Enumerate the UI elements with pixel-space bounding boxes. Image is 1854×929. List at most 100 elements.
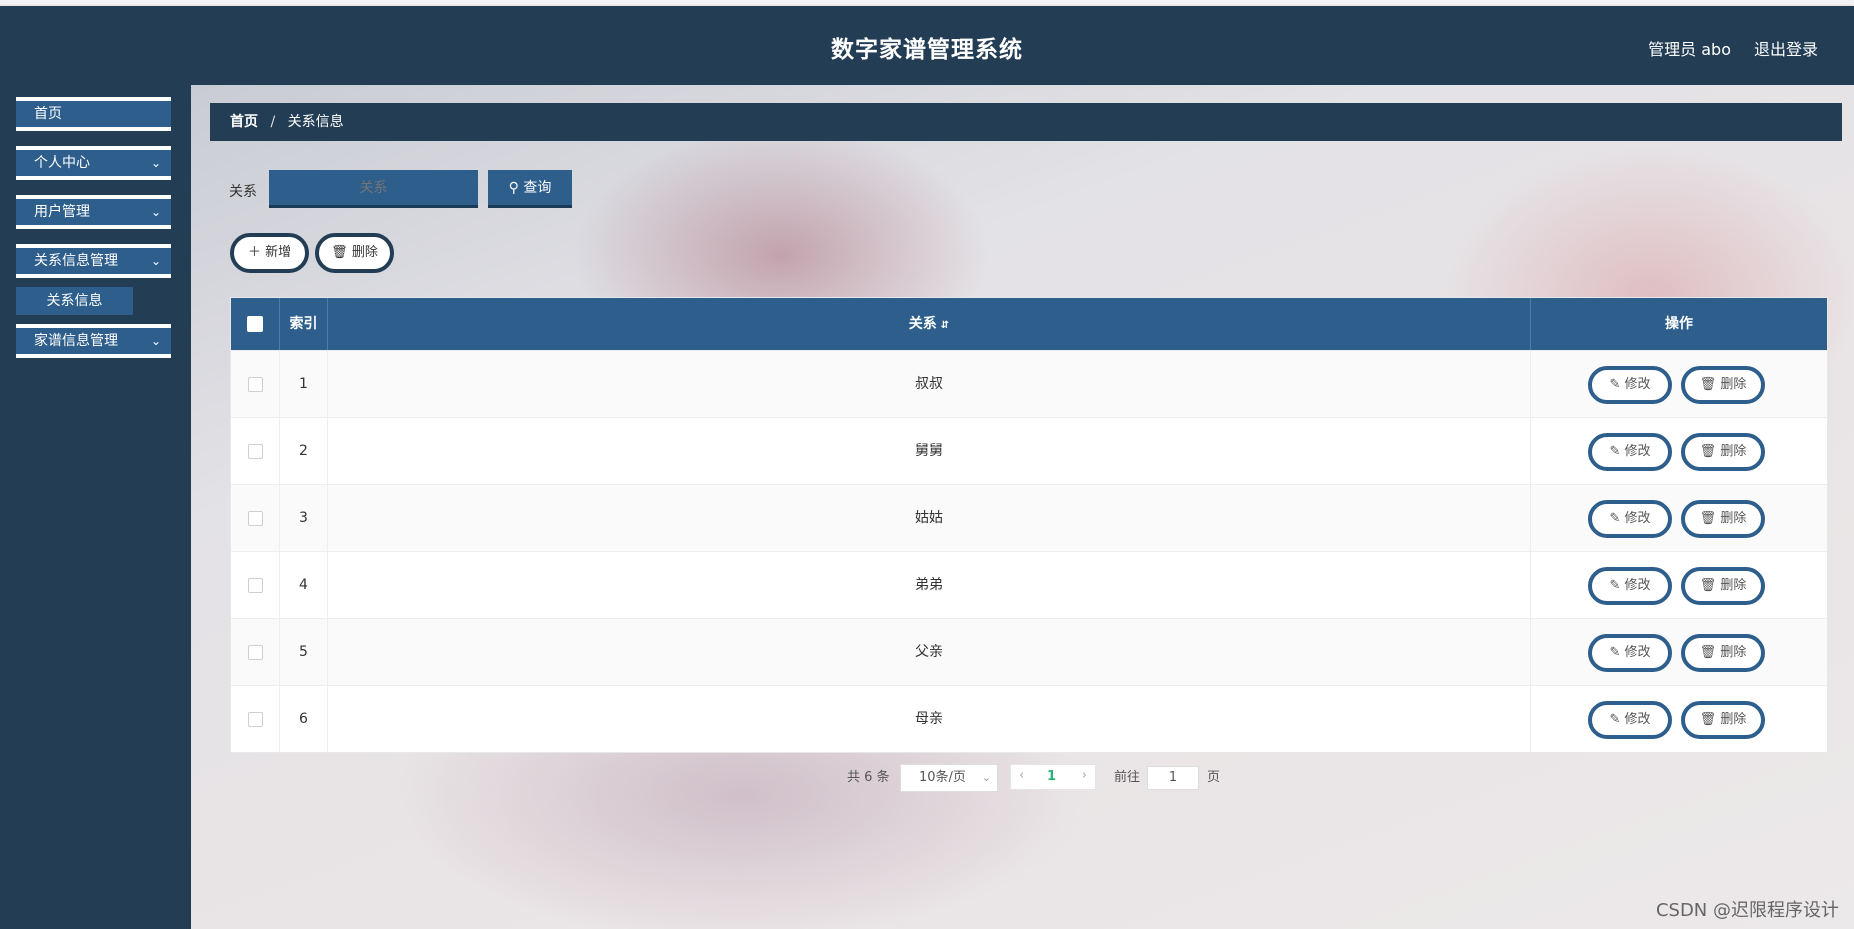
trash-icon: 🗑 [1699, 578, 1717, 593]
edit-icon: ✎ [1609, 645, 1621, 660]
row-relation: 母亲 [328, 686, 1531, 752]
delete-button[interactable]: 🗑 删除 [1681, 701, 1765, 739]
sidebar-item-label: 用户管理 [34, 204, 90, 220]
delete-button[interactable]: 🗑 删除 [1681, 634, 1765, 672]
sidebar-item-relation-management[interactable]: 关系信息管理 ⌄ [16, 244, 171, 278]
trash-icon: 🗑 [1699, 511, 1717, 526]
delete-button[interactable]: 🗑 删除 [1681, 433, 1765, 471]
edit-icon: ✎ [1609, 712, 1621, 727]
relation-table: 索引 关系 ⇵ 操作 1 叔叔 ✎ 修改 🗑 删除 2 舅舅 ✎ 修改 🗑 删除 [230, 297, 1828, 753]
column-header-relation-label: 关系 [908, 316, 937, 332]
column-header-relation[interactable]: 关系 ⇵ [328, 298, 1531, 350]
sidebar-subitem-label: 关系信息 [46, 293, 103, 309]
sidebar-item-label: 个人中心 [34, 155, 90, 171]
watermark: CSDN @迟限程序设计 [1655, 900, 1839, 921]
row-checkbox[interactable] [247, 510, 263, 526]
chevron-left-icon[interactable]: ‹ [1019, 768, 1024, 783]
search-button-label: 查询 [523, 180, 552, 196]
delete-button[interactable]: 🗑 删除 [1681, 567, 1765, 605]
row-relation: 弟弟 [328, 552, 1531, 618]
table-row: 2 舅舅 ✎ 修改 🗑 删除 [231, 417, 1827, 484]
row-relation: 父亲 [328, 619, 1531, 685]
chevron-down-icon: ⌄ [150, 156, 161, 170]
batch-delete-button[interactable]: 🗑 删除 [315, 233, 394, 273]
logout-link[interactable]: 退出登录 [1754, 36, 1818, 60]
breadcrumb-home[interactable]: 首页 [230, 114, 258, 130]
row-index: 3 [280, 485, 328, 551]
delete-button[interactable]: 🗑 删除 [1681, 500, 1765, 538]
row-checkbox[interactable] [247, 577, 263, 593]
chevron-right-icon[interactable]: › [1082, 768, 1087, 783]
sidebar-item-label: 首页 [34, 106, 62, 122]
row-checkbox-cell [231, 418, 280, 484]
pager-nav: ‹ 1 › [1010, 764, 1096, 790]
sidebar-subitem-relation-info[interactable]: 关系信息 [16, 287, 133, 315]
main-content: 首页 / 关系信息 关系 ⚲ 查询 ＋ 新增 🗑 删除 索引 关系 ⇵ 操作 1 … [191, 85, 1854, 929]
edit-button[interactable]: ✎ 修改 [1588, 433, 1672, 471]
edit-button[interactable]: ✎ 修改 [1588, 567, 1672, 605]
breadcrumb-separator: / [270, 114, 276, 130]
row-index: 1 [280, 351, 328, 417]
search-button[interactable]: ⚲ 查询 [488, 170, 572, 208]
column-header-index: 索引 [280, 298, 328, 350]
pager-page-label: 页 [1207, 770, 1221, 785]
row-index: 4 [280, 552, 328, 618]
table-row: 5 父亲 ✎ 修改 🗑 删除 [231, 618, 1827, 685]
select-all-checkbox[interactable] [247, 316, 263, 332]
row-ops: ✎ 修改 🗑 删除 [1531, 552, 1827, 618]
delete-button-label: 删除 [1720, 444, 1747, 459]
row-checkbox-cell [231, 619, 280, 685]
trash-icon: 🗑 [1699, 444, 1717, 459]
row-index: 6 [280, 686, 328, 752]
trash-icon: 🗑 [1699, 377, 1717, 392]
row-checkbox-cell [231, 552, 280, 618]
chevron-down-icon: ⌄ [150, 205, 161, 219]
sidebar-item-label: 关系信息管理 [34, 253, 118, 269]
delete-button-label: 删除 [1720, 377, 1747, 392]
row-checkbox[interactable] [247, 644, 263, 660]
batch-delete-label: 删除 [351, 245, 378, 260]
row-checkbox[interactable] [247, 443, 263, 459]
table-row: 4 弟弟 ✎ 修改 🗑 删除 [231, 551, 1827, 618]
search-input[interactable] [269, 170, 478, 208]
edit-button[interactable]: ✎ 修改 [1588, 366, 1672, 404]
breadcrumb: 首页 / 关系信息 [210, 103, 1842, 141]
edit-icon: ✎ [1609, 444, 1621, 459]
pager-total: 共 6 条 [847, 770, 890, 785]
pager-current-page[interactable]: 1 [1047, 769, 1056, 784]
table-row: 1 叔叔 ✎ 修改 🗑 删除 [231, 350, 1827, 417]
table-row: 6 母亲 ✎ 修改 🗑 删除 [231, 685, 1827, 752]
row-checkbox-cell [231, 485, 280, 551]
delete-button[interactable]: 🗑 删除 [1681, 366, 1765, 404]
row-checkbox-cell [231, 686, 280, 752]
row-ops: ✎ 修改 🗑 删除 [1531, 686, 1827, 752]
sidebar-item-genealogy-management[interactable]: 家谱信息管理 ⌄ [16, 324, 171, 358]
delete-button-label: 删除 [1720, 645, 1747, 660]
page-size-select[interactable]: 10条/页 ⌄ [900, 764, 998, 792]
row-relation: 舅舅 [328, 418, 1531, 484]
edit-button[interactable]: ✎ 修改 [1588, 500, 1672, 538]
sidebar-item-personal-center[interactable]: 个人中心 ⌄ [16, 146, 171, 180]
search-icon: ⚲ [508, 180, 519, 196]
add-button[interactable]: ＋ 新增 [230, 233, 309, 273]
sidebar-item-home[interactable]: 首页 [16, 97, 171, 131]
sidebar-item-label: 家谱信息管理 [34, 333, 118, 349]
edit-button[interactable]: ✎ 修改 [1588, 701, 1672, 739]
sidebar-item-user-management[interactable]: 用户管理 ⌄ [16, 195, 171, 229]
edit-icon: ✎ [1609, 377, 1621, 392]
edit-button[interactable]: ✎ 修改 [1588, 634, 1672, 672]
trash-icon: 🗑 [1699, 645, 1717, 660]
plus-icon: ＋ [247, 245, 261, 260]
row-ops: ✎ 修改 🗑 删除 [1531, 485, 1827, 551]
row-checkbox[interactable] [247, 711, 263, 727]
table-header: 索引 关系 ⇵ 操作 [231, 298, 1827, 350]
row-index: 2 [280, 418, 328, 484]
pager-goto-input[interactable]: 1 [1147, 766, 1199, 790]
select-all-cell [231, 298, 280, 350]
edit-button-label: 修改 [1624, 645, 1651, 660]
row-ops: ✎ 修改 🗑 删除 [1531, 418, 1827, 484]
sort-icon[interactable]: ⇵ [941, 320, 949, 331]
edit-icon: ✎ [1609, 511, 1621, 526]
row-checkbox[interactable] [247, 376, 263, 392]
chevron-down-icon: ⌄ [150, 334, 161, 348]
